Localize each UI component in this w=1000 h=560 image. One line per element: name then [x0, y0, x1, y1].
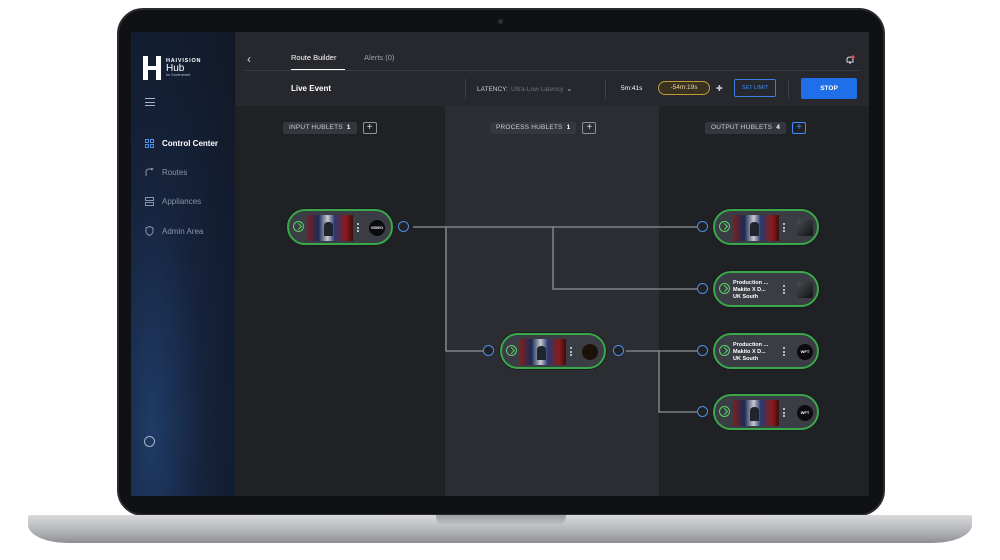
- sidebar-item-admin-area[interactable]: Admin Area: [144, 226, 203, 236]
- webcam: [498, 19, 503, 24]
- laptop-notch: [436, 515, 566, 526]
- output-hublet-3[interactable]: Production ... Makito X D... UK South WF…: [713, 333, 819, 369]
- destination-logo-badge: [797, 220, 813, 236]
- output-3-input-port[interactable]: [697, 345, 708, 356]
- process-output-port[interactable]: [613, 345, 624, 356]
- output-4-input-port[interactable]: [697, 406, 708, 417]
- process-hublet[interactable]: [500, 333, 606, 369]
- shield-icon: [144, 226, 154, 236]
- event-title: Live Event: [291, 84, 332, 93]
- set-limit-button[interactable]: SET LIMIT: [734, 79, 776, 97]
- status-arrow-icon: [719, 406, 730, 417]
- latency-value: Ultra-Low Latency: [510, 85, 564, 93]
- sidebar-item-appliances[interactable]: Appliances: [144, 196, 201, 206]
- sidebar-item-routes[interactable]: Routes: [144, 167, 187, 177]
- remaining-time-badge: -54m:19s: [658, 81, 710, 95]
- wire-input-process: [445, 227, 483, 352]
- more-options-icon[interactable]: [783, 347, 786, 357]
- status-arrow-icon: [506, 345, 517, 356]
- wft-logo-badge: WFT: [797, 405, 813, 421]
- processor-logo-badge: [582, 344, 598, 360]
- more-options-icon[interactable]: [783, 408, 786, 418]
- sidebar-item-control-center[interactable]: Control Center: [144, 138, 218, 148]
- more-options-icon[interactable]: [570, 347, 573, 357]
- sidebar-item-label: Routes: [162, 167, 188, 177]
- status-arrow-icon: [719, 345, 730, 356]
- status-arrow-icon: [719, 283, 730, 294]
- latency-selector[interactable]: LATENCY: Ultra-Low Latency ⌄: [477, 85, 573, 94]
- output-hublet-4[interactable]: WFT: [713, 394, 819, 430]
- back-arrow-icon[interactable]: ‹: [247, 52, 251, 66]
- video-thumbnail: [520, 339, 566, 365]
- logo[interactable]: HAIVISION Hub for Government: [143, 56, 201, 80]
- chevron-down-icon: ⌄: [566, 86, 573, 93]
- server-icon: [144, 196, 154, 206]
- wft-logo-badge: WFT: [797, 344, 813, 360]
- logo-subtitle: for Government: [166, 73, 191, 77]
- divider: [605, 79, 606, 99]
- tab-route-builder[interactable]: Route Builder: [291, 53, 336, 62]
- output-1-input-port[interactable]: [697, 221, 708, 232]
- route-canvas: INPUT HUBLETS 1 + PROCESS HUBLETS 1 + OUTP…: [235, 106, 869, 496]
- destination-logo-badge: [797, 282, 813, 298]
- sidebar: HAIVISION Hub for Government Control Cen…: [131, 32, 235, 496]
- more-options-icon[interactable]: [783, 223, 786, 233]
- output-3-details: Production ... Makito X D... UK South: [733, 342, 769, 362]
- input-output-port[interactable]: [398, 221, 409, 232]
- top-bar: ‹ Route Builder Alerts (0) Live Event LA…: [235, 32, 869, 106]
- sidebar-item-label: Control Center: [162, 138, 218, 148]
- status-arrow-icon: [293, 221, 304, 232]
- video-thumbnail: [307, 215, 353, 241]
- top-divider: [245, 70, 859, 71]
- add-time-icon[interactable]: ✚: [716, 84, 723, 93]
- wire-to-output-2: [552, 227, 697, 290]
- notification-bell-icon[interactable]: [845, 52, 855, 64]
- input-hublet[interactable]: VIDEO: [287, 209, 393, 245]
- source-logo-badge: VIDEO: [369, 220, 385, 236]
- hamburger-menu-icon[interactable]: [145, 98, 155, 106]
- routes-icon: [144, 167, 154, 177]
- video-thumbnail: [733, 400, 779, 426]
- divider: [465, 79, 466, 99]
- app-screen: HAIVISION Hub for Government Control Cen…: [131, 32, 869, 496]
- tab-alerts[interactable]: Alerts (0): [364, 53, 394, 62]
- wire-to-output-4: [658, 351, 697, 413]
- status-arrow-icon: [719, 221, 730, 232]
- more-options-icon[interactable]: [357, 223, 360, 233]
- latency-label: LATENCY:: [477, 85, 508, 93]
- sidebar-item-label: Appliances: [162, 196, 202, 206]
- output-2-details: Production ... Makito X D... UK South: [733, 280, 769, 300]
- video-thumbnail: [733, 215, 779, 241]
- grid-icon: [144, 138, 154, 148]
- user-avatar-icon[interactable]: [144, 436, 155, 447]
- sidebar-item-label: Admin Area: [162, 226, 204, 236]
- elapsed-timer: 5m:41s: [621, 85, 643, 92]
- output-2-input-port[interactable]: [697, 283, 708, 294]
- divider: [788, 79, 789, 99]
- process-input-port[interactable]: [483, 345, 494, 356]
- stop-button[interactable]: STOP: [801, 78, 857, 99]
- output-hublet-1[interactable]: [713, 209, 819, 245]
- output-hublet-2[interactable]: Production ... Makito X D... UK South: [713, 271, 819, 307]
- more-options-icon[interactable]: [783, 285, 786, 295]
- haivision-logo-icon: [143, 56, 161, 80]
